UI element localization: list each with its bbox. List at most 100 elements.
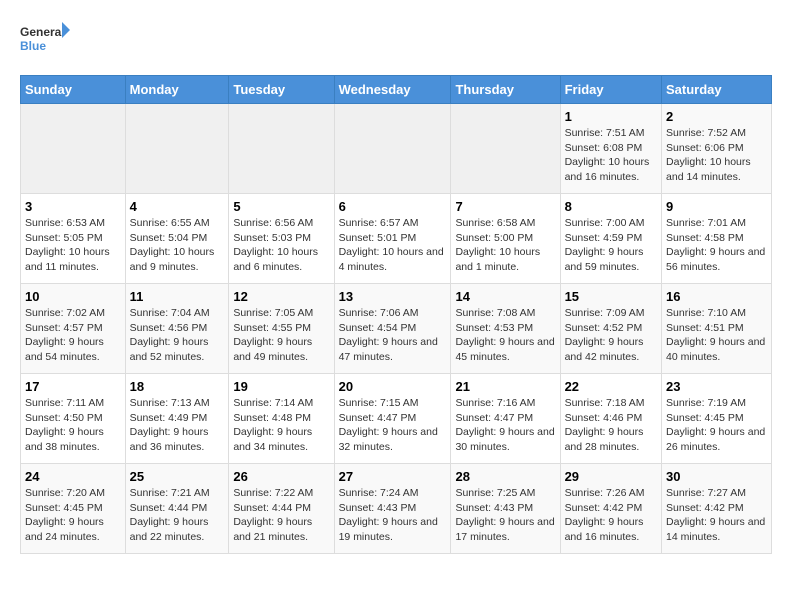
svg-text:General: General [20, 25, 65, 39]
calendar-cell: 28 Sunrise: 7:25 AM Sunset: 4:43 PM Dayli… [451, 464, 560, 554]
calendar-cell: 22 Sunrise: 7:18 AM Sunset: 4:46 PM Dayli… [560, 374, 661, 464]
calendar-cell [451, 104, 560, 194]
calendar-week-row: 17 Sunrise: 7:11 AM Sunset: 4:50 PM Dayli… [21, 374, 772, 464]
day-number: 21 [455, 379, 555, 394]
day-number: 1 [565, 109, 657, 124]
day-number: 29 [565, 469, 657, 484]
calendar-cell: 2 Sunrise: 7:52 AM Sunset: 6:06 PM Daylig… [662, 104, 772, 194]
calendar-cell: 19 Sunrise: 7:14 AM Sunset: 4:48 PM Dayli… [229, 374, 334, 464]
day-number: 24 [25, 469, 121, 484]
day-number: 7 [455, 199, 555, 214]
day-info: Sunrise: 7:25 AM Sunset: 4:43 PM Dayligh… [455, 486, 555, 545]
day-number: 9 [666, 199, 767, 214]
header: General Blue [20, 20, 772, 65]
calendar-cell: 21 Sunrise: 7:16 AM Sunset: 4:47 PM Dayli… [451, 374, 560, 464]
day-number: 20 [339, 379, 447, 394]
day-info: Sunrise: 7:18 AM Sunset: 4:46 PM Dayligh… [565, 396, 657, 455]
day-info: Sunrise: 7:21 AM Sunset: 4:44 PM Dayligh… [130, 486, 225, 545]
day-number: 17 [25, 379, 121, 394]
day-number: 27 [339, 469, 447, 484]
calendar-header-sunday: Sunday [21, 76, 126, 104]
calendar-cell: 13 Sunrise: 7:06 AM Sunset: 4:54 PM Dayli… [334, 284, 451, 374]
calendar-cell: 15Sunrise: 7:09 AM Sunset: 4:52 PM Dayli… [560, 284, 661, 374]
day-info: Sunrise: 7:26 AM Sunset: 4:42 PM Dayligh… [565, 486, 657, 545]
day-number: 15 [565, 289, 657, 304]
calendar-header-tuesday: Tuesday [229, 76, 334, 104]
day-number: 3 [25, 199, 121, 214]
calendar-cell: 18Sunrise: 7:13 AM Sunset: 4:49 PM Dayli… [125, 374, 229, 464]
calendar-header-row: SundayMondayTuesdayWednesdayThursdayFrid… [21, 76, 772, 104]
calendar-cell: 5 Sunrise: 6:56 AM Sunset: 5:03 PM Daylig… [229, 194, 334, 284]
day-info: Sunrise: 7:04 AM Sunset: 4:56 PM Dayligh… [130, 306, 225, 365]
day-info: Sunrise: 7:00 AM Sunset: 4:59 PM Dayligh… [565, 216, 657, 275]
day-info: Sunrise: 7:24 AM Sunset: 4:43 PM Dayligh… [339, 486, 447, 545]
calendar-cell: 17 Sunrise: 7:11 AM Sunset: 4:50 PM Dayli… [21, 374, 126, 464]
day-number: 26 [233, 469, 329, 484]
calendar-cell: 6 Sunrise: 6:57 AM Sunset: 5:01 PM Daylig… [334, 194, 451, 284]
day-info: Sunrise: 6:57 AM Sunset: 5:01 PM Dayligh… [339, 216, 447, 275]
day-number: 2 [666, 109, 767, 124]
day-number: 8 [565, 199, 657, 214]
calendar-cell: 26 Sunrise: 7:22 AM Sunset: 4:44 PM Dayli… [229, 464, 334, 554]
day-number: 16 [666, 289, 767, 304]
calendar-cell: 4Sunrise: 6:55 AM Sunset: 5:04 PM Daylig… [125, 194, 229, 284]
calendar-header-thursday: Thursday [451, 76, 560, 104]
day-number: 19 [233, 379, 329, 394]
day-info: Sunrise: 6:58 AM Sunset: 5:00 PM Dayligh… [455, 216, 555, 275]
day-number: 6 [339, 199, 447, 214]
day-number: 10 [25, 289, 121, 304]
day-number: 30 [666, 469, 767, 484]
calendar-cell: 25 Sunrise: 7:21 AM Sunset: 4:44 PM Dayli… [125, 464, 229, 554]
calendar-cell: 29 Sunrise: 7:26 AM Sunset: 4:42 PM Dayli… [560, 464, 661, 554]
calendar-cell: 12 Sunrise: 7:05 AM Sunset: 4:55 PM Dayli… [229, 284, 334, 374]
day-number: 23 [666, 379, 767, 394]
calendar-cell: 27 Sunrise: 7:24 AM Sunset: 4:43 PM Dayli… [334, 464, 451, 554]
calendar-cell: 14 Sunrise: 7:08 AM Sunset: 4:53 PM Dayli… [451, 284, 560, 374]
calendar-cell [21, 104, 126, 194]
day-info: Sunrise: 7:08 AM Sunset: 4:53 PM Dayligh… [455, 306, 555, 365]
calendar-cell [334, 104, 451, 194]
day-number: 13 [339, 289, 447, 304]
calendar-header-monday: Monday [125, 76, 229, 104]
day-info: Sunrise: 7:05 AM Sunset: 4:55 PM Dayligh… [233, 306, 329, 365]
day-info: Sunrise: 7:19 AM Sunset: 4:45 PM Dayligh… [666, 396, 767, 455]
calendar-cell: 23 Sunrise: 7:19 AM Sunset: 4:45 PM Dayli… [662, 374, 772, 464]
day-info: Sunrise: 6:56 AM Sunset: 5:03 PM Dayligh… [233, 216, 329, 275]
day-number: 18 [130, 379, 225, 394]
day-number: 22 [565, 379, 657, 394]
day-info: Sunrise: 7:11 AM Sunset: 4:50 PM Dayligh… [25, 396, 121, 455]
svg-text:Blue: Blue [20, 39, 46, 53]
day-number: 11 [130, 289, 225, 304]
day-number: 5 [233, 199, 329, 214]
day-info: Sunrise: 7:01 AM Sunset: 4:58 PM Dayligh… [666, 216, 767, 275]
day-info: Sunrise: 7:51 AM Sunset: 6:08 PM Dayligh… [565, 126, 657, 185]
calendar-week-row: 10 Sunrise: 7:02 AM Sunset: 4:57 PM Dayli… [21, 284, 772, 374]
day-number: 4 [130, 199, 225, 214]
calendar-cell [229, 104, 334, 194]
calendar-header-friday: Friday [560, 76, 661, 104]
day-number: 28 [455, 469, 555, 484]
calendar-cell: 24 Sunrise: 7:20 AM Sunset: 4:45 PM Dayli… [21, 464, 126, 554]
day-info: Sunrise: 7:14 AM Sunset: 4:48 PM Dayligh… [233, 396, 329, 455]
day-number: 14 [455, 289, 555, 304]
logo: General Blue [20, 20, 70, 65]
calendar-cell: 9 Sunrise: 7:01 AM Sunset: 4:58 PM Daylig… [662, 194, 772, 284]
calendar-cell: 30 Sunrise: 7:27 AM Sunset: 4:42 PM Dayli… [662, 464, 772, 554]
calendar-cell: 11 Sunrise: 7:04 AM Sunset: 4:56 PM Dayli… [125, 284, 229, 374]
logo-svg: General Blue [20, 20, 70, 65]
day-info: Sunrise: 7:06 AM Sunset: 4:54 PM Dayligh… [339, 306, 447, 365]
day-info: Sunrise: 7:27 AM Sunset: 4:42 PM Dayligh… [666, 486, 767, 545]
day-number: 25 [130, 469, 225, 484]
calendar-cell: 10 Sunrise: 7:02 AM Sunset: 4:57 PM Dayli… [21, 284, 126, 374]
day-number: 12 [233, 289, 329, 304]
calendar-cell: 16Sunrise: 7:10 AM Sunset: 4:51 PM Dayli… [662, 284, 772, 374]
day-info: Sunrise: 6:53 AM Sunset: 5:05 PM Dayligh… [25, 216, 121, 275]
day-info: Sunrise: 7:16 AM Sunset: 4:47 PM Dayligh… [455, 396, 555, 455]
day-info: Sunrise: 7:15 AM Sunset: 4:47 PM Dayligh… [339, 396, 447, 455]
calendar-cell: 1 Sunrise: 7:51 AM Sunset: 6:08 PM Daylig… [560, 104, 661, 194]
calendar-cell: 3 Sunrise: 6:53 AM Sunset: 5:05 PM Daylig… [21, 194, 126, 284]
day-info: Sunrise: 7:22 AM Sunset: 4:44 PM Dayligh… [233, 486, 329, 545]
day-info: Sunrise: 7:52 AM Sunset: 6:06 PM Dayligh… [666, 126, 767, 185]
day-info: Sunrise: 7:20 AM Sunset: 4:45 PM Dayligh… [25, 486, 121, 545]
day-info: Sunrise: 7:02 AM Sunset: 4:57 PM Dayligh… [25, 306, 121, 365]
